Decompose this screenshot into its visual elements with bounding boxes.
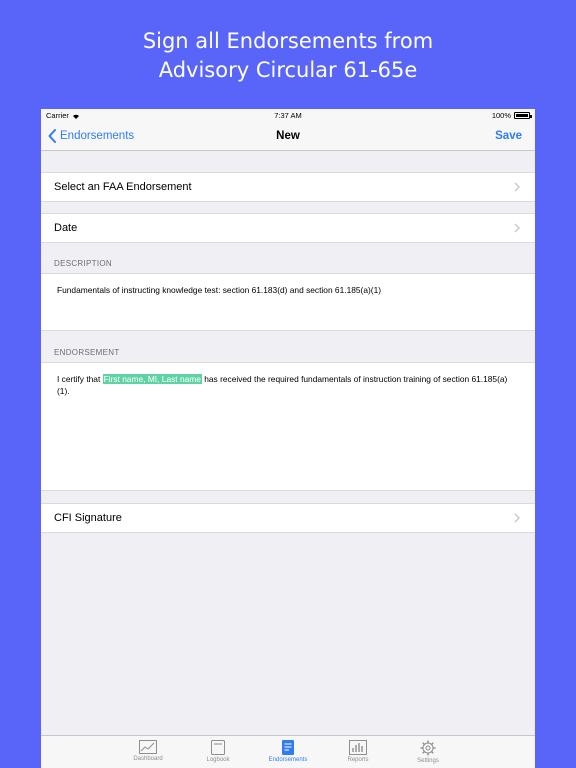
status-bar: Carrier 7:37 AM 100% [41,109,535,123]
endorsement-icon [282,740,294,755]
tab-reports-label: Reports [347,757,369,763]
promo-headline: Sign all Endorsements from Advisory Circ… [0,27,576,85]
endorsement-prefix: I certify that [57,374,103,384]
chevron-right-icon [514,513,520,523]
status-time: 7:37 AM [274,111,302,120]
chevron-right-icon [514,182,520,192]
cfi-signature-cell[interactable]: CFI Signature [41,503,535,533]
battery-indicator: 100% [491,111,532,120]
endorsement-header: ENDORSEMENT [54,348,120,357]
chart-icon [139,740,157,754]
endorsement-text: I certify that First name, MI, Last name… [41,363,535,397]
endorsement-text-box[interactable]: I certify that First name, MI, Last name… [41,362,535,491]
device-screen: Carrier 7:37 AM 100% Endorsements New Sa… [41,109,535,768]
description-box: Fundamentals of instructing knowledge te… [41,273,535,331]
tab-logbook-label: Logbook [206,757,230,763]
gear-icon [420,740,436,756]
select-endorsement-cell[interactable]: Select an FAA Endorsement [41,172,535,202]
promo-line-1: Sign all Endorsements from [142,29,434,53]
cfi-signature-label: CFI Signature [54,512,122,524]
tab-endorsements-label: Endorsements [268,757,308,763]
reports-icon [349,740,367,755]
description-header: DESCRIPTION [54,259,112,268]
student-name-field[interactable]: First name, MI, Last name [102,374,202,384]
chevron-right-icon [514,223,520,233]
date-cell[interactable]: Date [41,213,535,243]
tab-bar: Dashboard Logbook Endorsements Reports S… [41,735,535,768]
promo-line-2: Advisory Circular 61-65e [158,58,418,82]
select-endorsement-label: Select an FAA Endorsement [54,181,192,193]
tab-dashboard-label: Dashboard [133,756,163,762]
battery-percent: 100% [491,111,511,120]
tab-settings[interactable]: Settings [393,736,463,768]
logbook-icon [211,740,225,755]
page-title: New [276,130,300,142]
battery-icon [514,112,532,119]
tab-settings-label: Settings [417,758,439,764]
tab-endorsements[interactable]: Endorsements [253,736,323,768]
description-text: Fundamentals of instructing knowledge te… [57,285,382,295]
tab-reports[interactable]: Reports [323,736,393,768]
tab-dashboard[interactable]: Dashboard [113,736,183,768]
navigation-bar: Endorsements New Save [41,123,535,151]
tab-logbook[interactable]: Logbook [183,736,253,768]
save-button[interactable]: Save [495,130,522,142]
date-label: Date [54,222,78,234]
